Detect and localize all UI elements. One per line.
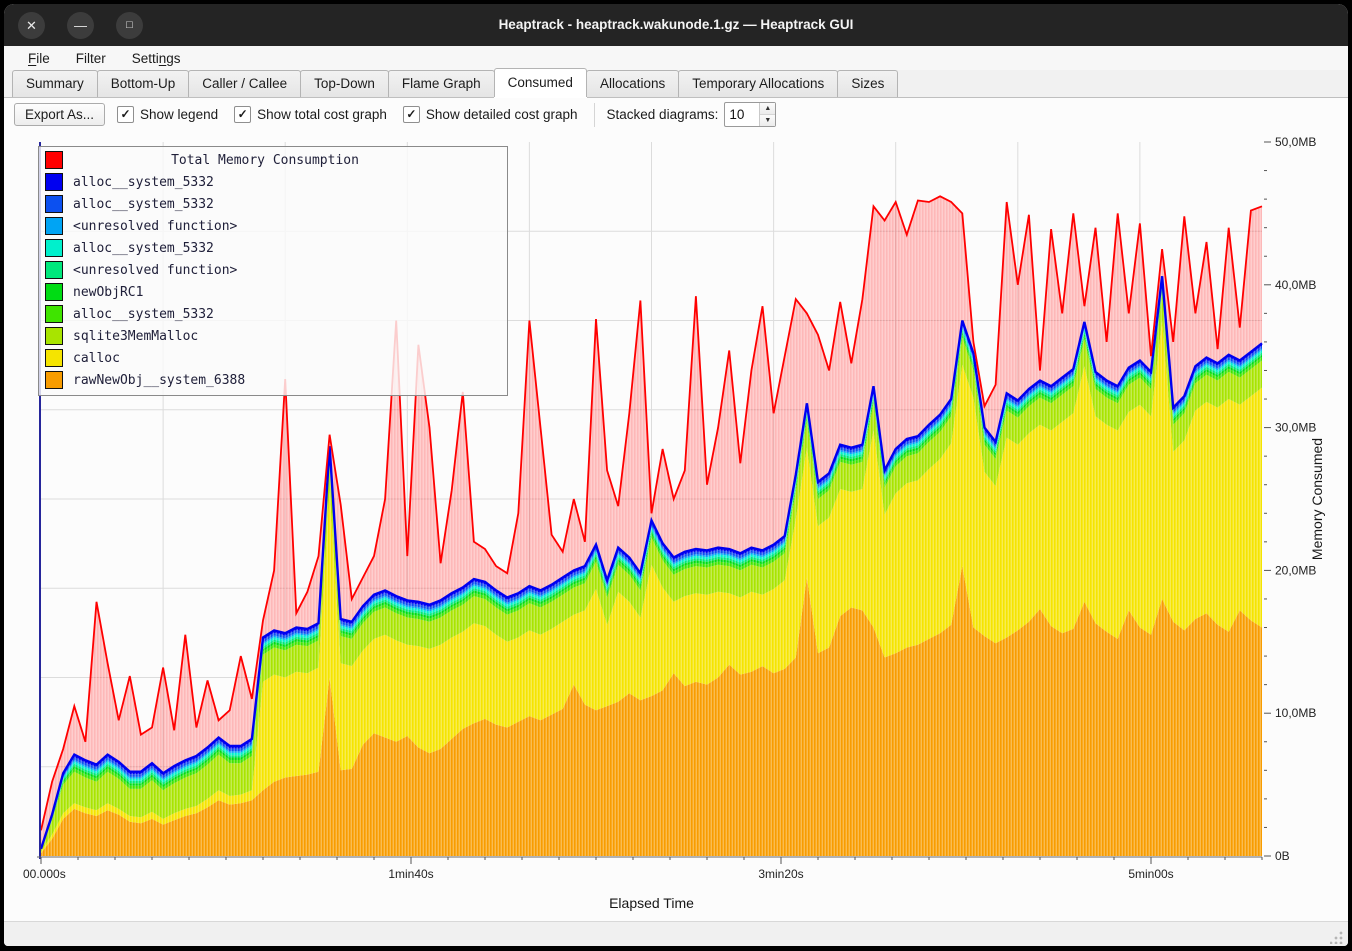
tab-sizes[interactable]: Sizes: [837, 70, 898, 97]
spin-down-icon[interactable]: ▼: [760, 115, 775, 126]
resize-grip-icon[interactable]: [1330, 930, 1344, 944]
consumed-chart-panel: 00.000s 1min40s 3min20s 5min00s 50,0MB 40,0MB…: [4, 131, 1348, 921]
legend-item: alloc__system_5332: [39, 193, 507, 215]
chart-legend: Total Memory Consumption alloc__system_53…: [38, 146, 508, 396]
toolbar: Export As... ✓ Show legend ✓ Show total cos…: [4, 98, 1348, 131]
legend-item: <unresolved function>: [39, 259, 507, 281]
tab-top-down[interactable]: Top-Down: [300, 70, 389, 97]
window-title: Heaptrack - heaptrack.wakunode.1.gz — He…: [4, 4, 1348, 46]
spin-buttons: ▲ ▼: [759, 103, 775, 126]
y-tick-label: 0B: [1275, 849, 1290, 863]
legend-item-label: alloc__system_5332: [73, 241, 214, 256]
legend-swatch-icon: [45, 327, 63, 345]
legend-swatch-icon: [45, 305, 63, 323]
legend-item-label: alloc__system_5332: [73, 175, 214, 190]
x-tick-label: 1min40s: [388, 867, 433, 881]
tab-bottom-up[interactable]: Bottom-Up: [97, 70, 190, 97]
legend-item: sqlite3MemMalloc: [39, 325, 507, 347]
checkbox-label: Show detailed cost graph: [426, 107, 578, 122]
tab-flame-graph[interactable]: Flame Graph: [388, 70, 495, 97]
x-tick-label: 3min20s: [758, 867, 803, 881]
tab-caller-callee[interactable]: Caller / Callee: [188, 70, 301, 97]
status-bar: [4, 921, 1348, 946]
window-frame: ✕ — □ Heaptrack - heaptrack.wakunode.1.g…: [0, 0, 1352, 951]
menu-bar: File Filter Settings: [4, 46, 1348, 70]
legend-item-label: <unresolved function>: [73, 219, 237, 234]
legend-swatch-icon: [45, 371, 63, 389]
title-bar[interactable]: ✕ — □ Heaptrack - heaptrack.wakunode.1.g…: [4, 4, 1348, 46]
x-axis-title: Elapsed Time: [609, 895, 694, 911]
legend-item: alloc__system_5332: [39, 237, 507, 259]
legend-item-label: alloc__system_5332: [73, 307, 214, 322]
application-window: ✕ — □ Heaptrack - heaptrack.wakunode.1.g…: [4, 4, 1348, 946]
checkbox-check-icon[interactable]: ✓: [234, 106, 251, 123]
checkbox-label: Show legend: [140, 107, 218, 122]
x-tick-label: 5min00s: [1128, 867, 1173, 881]
tab-summary[interactable]: Summary: [12, 70, 98, 97]
legend-swatch-icon: [45, 283, 63, 301]
tab-allocations[interactable]: Allocations: [586, 70, 679, 97]
stacked-diagrams-label: Stacked diagrams:: [607, 107, 719, 122]
y-tick-label: 30,0MB: [1275, 421, 1316, 435]
tab-temporary-allocations[interactable]: Temporary Allocations: [678, 70, 838, 97]
legend-swatch-icon: [45, 173, 63, 191]
legend-item: newObjRC1: [39, 281, 507, 303]
spin-up-icon[interactable]: ▲: [760, 103, 775, 115]
checkbox-show-total-cost-graph[interactable]: ✓ Show total cost graph: [234, 106, 387, 123]
checkbox-show-legend[interactable]: ✓ Show legend: [117, 106, 218, 123]
legend-item-label: <unresolved function>: [73, 263, 237, 278]
y-tick-label: 10,0MB: [1275, 706, 1316, 720]
legend-item: alloc__system_5332: [39, 171, 507, 193]
legend-item: calloc: [39, 347, 507, 369]
legend-item-label: sqlite3MemMalloc: [73, 329, 198, 344]
y-tick-label: 50,0MB: [1275, 135, 1316, 149]
legend-item: rawNewObj__system_6388: [39, 369, 507, 391]
tab-consumed[interactable]: Consumed: [494, 68, 587, 97]
export-as-button[interactable]: Export As...: [14, 103, 105, 126]
y-tick-label: 20,0MB: [1275, 563, 1316, 577]
legend-swatch-icon: [45, 349, 63, 367]
legend-item-label: alloc__system_5332: [73, 197, 214, 212]
checkbox-group: ✓ Show legend ✓ Show total cost graph ✓ Show …: [117, 106, 594, 123]
stacked-diagrams-value[interactable]: 10: [725, 103, 759, 126]
stacked-diagrams-control: Stacked diagrams: 10 ▲ ▼: [594, 103, 777, 127]
checkbox-check-icon[interactable]: ✓: [117, 106, 134, 123]
legend-item: alloc__system_5332: [39, 303, 507, 325]
x-tick-label: 00.000s: [23, 867, 66, 881]
checkbox-check-icon[interactable]: ✓: [403, 106, 420, 123]
legend-swatch-icon: [45, 195, 63, 213]
y-axis-title: Memory Consumed: [1309, 438, 1325, 560]
stacked-diagrams-spinbox[interactable]: 10 ▲ ▼: [724, 102, 776, 127]
y-tick-label: 40,0MB: [1275, 278, 1316, 292]
menu-item-filter[interactable]: Filter: [66, 49, 116, 68]
legend-item: <unresolved function>: [39, 215, 507, 237]
legend-item-label: newObjRC1: [73, 285, 143, 300]
legend-item-label: rawNewObj__system_6388: [73, 373, 245, 388]
tab-bar: SummaryBottom-UpCaller / CalleeTop-DownF…: [4, 70, 1348, 98]
legend-swatch-icon: [45, 217, 63, 235]
menu-item-settings[interactable]: Settings: [122, 49, 191, 68]
legend-swatch-icon: [45, 151, 63, 169]
checkbox-label: Show total cost graph: [257, 107, 387, 122]
legend-item-label: calloc: [73, 351, 120, 366]
legend-swatch-icon: [45, 261, 63, 279]
legend-title-row: Total Memory Consumption: [39, 149, 507, 171]
menu-item-file[interactable]: File: [18, 49, 60, 68]
legend-title: Total Memory Consumption: [63, 153, 467, 168]
checkbox-show-detailed-cost-graph[interactable]: ✓ Show detailed cost graph: [403, 106, 578, 123]
legend-swatch-icon: [45, 239, 63, 257]
